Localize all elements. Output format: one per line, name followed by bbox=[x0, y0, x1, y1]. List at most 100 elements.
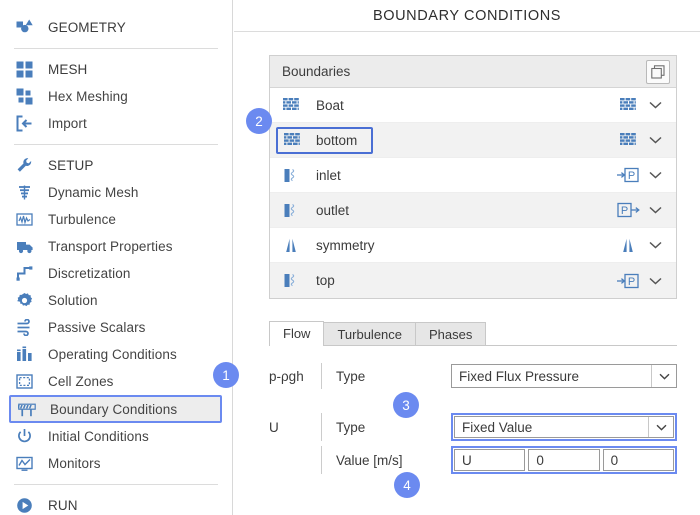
turbulence-icon bbox=[14, 209, 35, 230]
chevron-down-icon[interactable] bbox=[642, 241, 668, 249]
boundary-name: top bbox=[316, 273, 335, 288]
sidebar-item-label: Operating Conditions bbox=[48, 347, 177, 362]
sidebar-item-label: Solution bbox=[48, 293, 98, 308]
sidebar-item-cell-zones[interactable]: Cell Zones bbox=[0, 368, 232, 395]
label-prgh-type: Type bbox=[336, 368, 366, 384]
chevron-down-icon[interactable] bbox=[642, 171, 668, 179]
sidebar-item-label: Hex Meshing bbox=[48, 89, 128, 104]
sidebar-item-solution[interactable]: Solution bbox=[0, 287, 232, 314]
badge-4: 4 bbox=[394, 472, 420, 498]
label-u-value: Value [m/s] bbox=[336, 452, 403, 468]
form-row-u-value: Value [m/s] U 0 0 bbox=[269, 446, 677, 474]
chevron-down-icon[interactable] bbox=[642, 277, 668, 285]
field-divider bbox=[321, 413, 322, 441]
sidebar-item-setup[interactable]: SETUP bbox=[0, 152, 232, 179]
badge-2: 2 bbox=[246, 108, 272, 134]
table-row[interactable]: bottom bbox=[270, 123, 676, 158]
chevron-down-icon[interactable] bbox=[648, 417, 673, 437]
wall-icon[interactable] bbox=[614, 98, 642, 112]
field-label-u: U bbox=[269, 419, 279, 435]
power-icon bbox=[14, 426, 35, 447]
boundary-name: Boat bbox=[316, 97, 344, 113]
sidebar-item-passive-scalars[interactable]: Passive Scalars bbox=[0, 314, 232, 341]
patch-icon bbox=[278, 168, 304, 183]
sidebar-item-geometry[interactable]: GEOMETRY bbox=[0, 14, 232, 41]
sidebar-item-label: Dynamic Mesh bbox=[48, 185, 139, 200]
badge-1: 1 bbox=[213, 362, 239, 388]
u-value-z-input[interactable]: 0 bbox=[602, 449, 674, 471]
table-row[interactable]: symmetry bbox=[270, 228, 676, 263]
sidebar-item-mesh[interactable]: MESH bbox=[0, 56, 232, 83]
pressure-in-icon[interactable]: P bbox=[614, 167, 642, 183]
svg-text:P: P bbox=[628, 170, 635, 182]
sidebar-item-import[interactable]: Import bbox=[0, 110, 232, 137]
u-type-select[interactable]: Fixed Value bbox=[454, 416, 674, 438]
tab-phases[interactable]: Phases bbox=[415, 322, 487, 345]
dynamic-mesh-icon bbox=[14, 182, 35, 203]
sidebar-item-label: MESH bbox=[48, 62, 88, 77]
selected-boundary[interactable]: bottom bbox=[276, 126, 374, 154]
sidebar-item-dynamic-mesh[interactable]: Dynamic Mesh bbox=[0, 179, 232, 206]
sidebar-item-monitors[interactable]: Monitors bbox=[0, 450, 232, 477]
sidebar-divider bbox=[14, 484, 218, 485]
prgh-type-select[interactable]: Fixed Flux Pressure bbox=[451, 364, 677, 388]
sidebar-item-label: Monitors bbox=[48, 456, 101, 471]
symmetry-icon bbox=[278, 238, 304, 253]
chevron-down-icon[interactable] bbox=[651, 365, 676, 387]
chevron-down-icon[interactable] bbox=[642, 136, 668, 144]
table-row[interactable]: outlet P bbox=[270, 193, 676, 228]
u-value-y-input[interactable]: 0 bbox=[528, 449, 600, 471]
sidebar-item-label: Turbulence bbox=[48, 212, 117, 227]
play-icon bbox=[14, 495, 35, 515]
field-divider bbox=[321, 446, 322, 474]
chevron-down-icon[interactable] bbox=[642, 206, 668, 214]
table-row[interactable]: Boat bbox=[270, 88, 676, 123]
barrier-icon bbox=[16, 399, 37, 420]
boundaries-title: Boundaries bbox=[282, 64, 351, 79]
tab-flow[interactable]: Flow bbox=[269, 321, 325, 346]
sidebar-item-label: Transport Properties bbox=[48, 239, 173, 254]
form-row-prgh-type: p-ρgh Type Fixed Flux Pressure bbox=[269, 363, 677, 389]
boundary-name: outlet bbox=[316, 202, 350, 218]
sidebar-item-turbulence[interactable]: Turbulence bbox=[0, 206, 232, 233]
boundaries-panel: Boundaries Boat bottom inlet P outlet P … bbox=[269, 55, 677, 299]
copy-icon[interactable] bbox=[646, 59, 670, 84]
cell-zones-icon bbox=[14, 371, 35, 392]
label-u-type: Type bbox=[336, 419, 366, 435]
monitor-icon bbox=[14, 453, 35, 474]
boundary-name: symmetry bbox=[316, 237, 375, 253]
field-label-prgh: p-ρgh bbox=[269, 368, 304, 384]
application-window: GEOMETRY MESH Hex Meshing Import SETUP D… bbox=[0, 0, 700, 515]
tab-turbulence[interactable]: Turbulence bbox=[323, 322, 417, 345]
sidebar-item-operating-conditions[interactable]: Operating Conditions bbox=[0, 341, 232, 368]
boundary-name: bottom bbox=[316, 132, 358, 148]
gear-icon bbox=[14, 290, 35, 311]
u-value-x-input[interactable]: U bbox=[454, 449, 526, 471]
sidebar-item-label: Initial Conditions bbox=[48, 429, 149, 444]
main-panel: BOUNDARY CONDITIONS Boundaries Boat bott… bbox=[234, 0, 700, 515]
wrench-icon bbox=[14, 155, 35, 176]
title-divider bbox=[234, 31, 700, 32]
sidebar-item-transport-properties[interactable]: Transport Properties bbox=[0, 233, 232, 260]
sidebar-item-run[interactable]: RUN bbox=[0, 492, 232, 515]
pressure-out-icon[interactable]: P bbox=[614, 202, 642, 218]
sidebar-item-discretization[interactable]: Discretization bbox=[0, 260, 232, 287]
table-row[interactable]: inlet P bbox=[270, 158, 676, 193]
wall-icon bbox=[278, 133, 306, 147]
import-icon bbox=[14, 113, 35, 134]
wall-icon[interactable] bbox=[614, 133, 642, 147]
sidebar-item-initial-conditions[interactable]: Initial Conditions bbox=[0, 423, 232, 450]
sidebar-item-label: Discretization bbox=[48, 266, 131, 281]
sidebar-item-label: Passive Scalars bbox=[48, 320, 146, 335]
pressure-in-icon[interactable]: P bbox=[614, 273, 642, 289]
sidebar-item-boundary-conditions[interactable]: Boundary Conditions bbox=[9, 395, 222, 423]
table-row[interactable]: top P bbox=[270, 263, 676, 298]
symmetry-icon[interactable] bbox=[614, 238, 642, 253]
chevron-down-icon[interactable] bbox=[642, 101, 668, 109]
sidebar-item-hex-meshing[interactable]: Hex Meshing bbox=[0, 83, 232, 110]
sidebar: GEOMETRY MESH Hex Meshing Import SETUP D… bbox=[0, 0, 233, 515]
tab-bar: Flow Turbulence Phases bbox=[269, 321, 677, 346]
mesh-icon bbox=[14, 59, 35, 80]
page-title: BOUNDARY CONDITIONS bbox=[372, 8, 562, 24]
geometry-icon bbox=[14, 17, 35, 38]
